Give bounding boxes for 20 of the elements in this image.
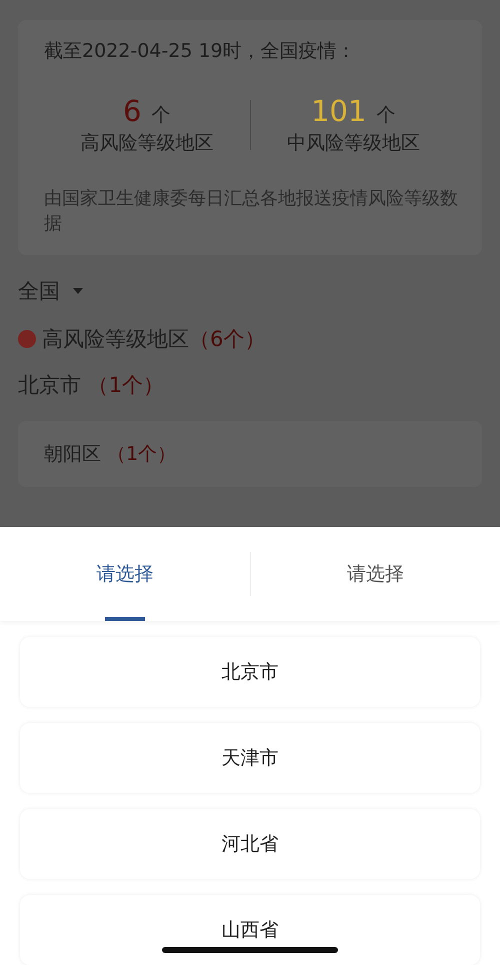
option-item[interactable]: 山西省 [20,895,480,965]
stat-count: 6 [123,94,142,128]
stat-count: 101 [311,94,366,128]
stat-label: 中风险等级地区 [286,131,420,156]
summary-title: 截至2022-04-25 19时，全国疫情： [44,39,357,64]
stat-unit: 个 [376,103,396,128]
picker-tab[interactable]: 请选择 [250,527,500,621]
stat-label: 高风险等级地区 [80,131,214,156]
picker-tab[interactable]: 请选择 [0,527,250,621]
option-item[interactable]: 河北省 [20,809,480,879]
option-item[interactable]: 北京市 [20,637,480,707]
option-item[interactable]: 天津市 [20,723,480,793]
province-count: （1个） [88,372,164,397]
stat-unit: 个 [151,103,170,128]
section-title: 高风险等级地区 [42,326,189,353]
caret-icon [72,286,84,295]
province-name: 北京市 [18,372,81,397]
section-count: （6个） [189,326,266,353]
district-name: 朝阳区 [44,442,101,465]
district-count: （1个） [107,442,176,465]
